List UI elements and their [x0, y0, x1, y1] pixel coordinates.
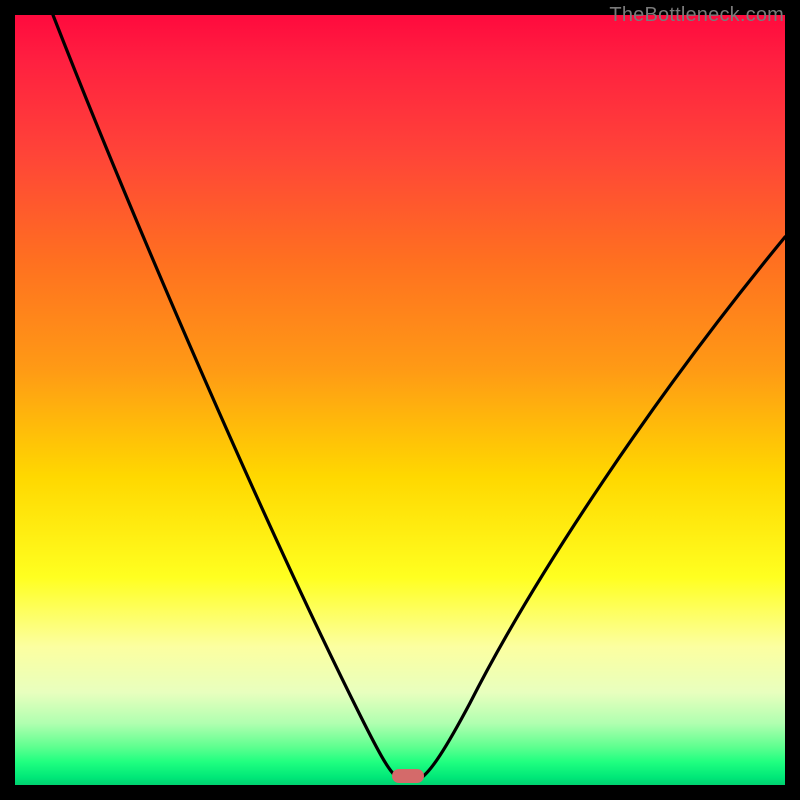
chart-stage: TheBottleneck.com	[0, 0, 800, 800]
curve-path	[53, 15, 785, 778]
optimal-point-marker	[392, 769, 424, 783]
bottleneck-curve	[15, 15, 785, 785]
watermark-text: TheBottleneck.com	[609, 4, 784, 27]
